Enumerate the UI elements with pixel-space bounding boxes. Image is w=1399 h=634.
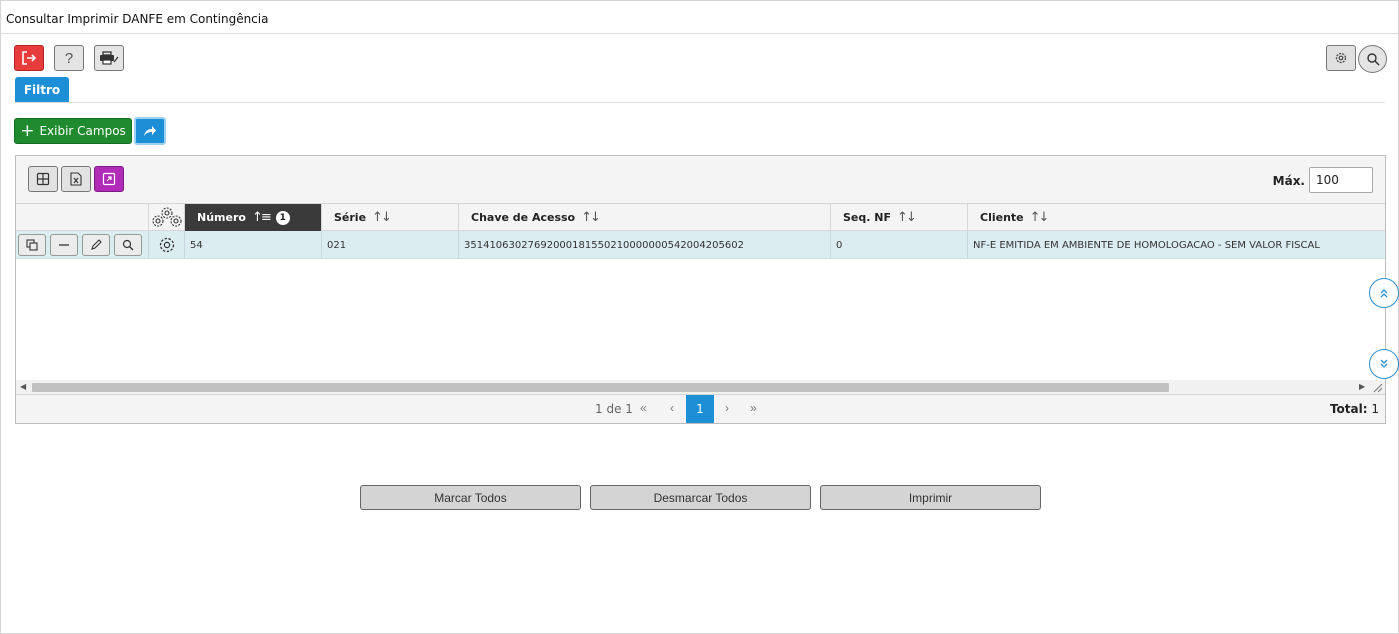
view-button[interactable] (114, 234, 142, 256)
search-icon (1366, 53, 1380, 66)
copy-icon (26, 239, 38, 251)
copy-button[interactable] (18, 234, 46, 256)
exit-icon (22, 51, 37, 65)
column-header-chave[interactable]: Chave de Acesso ↑↓ (459, 204, 831, 231)
double-chevron-up-icon (1380, 289, 1388, 298)
actions-header (16, 204, 149, 231)
tab-filtro[interactable]: Filtro (15, 77, 69, 102)
sort-icon: ↑↓ (897, 210, 917, 225)
grid-icon (36, 172, 50, 186)
column-header-serie[interactable]: Série ↑↓ (322, 204, 459, 231)
settings-button[interactable] (1326, 45, 1356, 71)
exibir-campos-label: Exibir Campos (39, 124, 126, 138)
excel-icon (70, 172, 82, 186)
sort-icon: ↑↓ (372, 210, 392, 225)
marcar-todos-button[interactable]: Marcar Todos (360, 485, 581, 510)
scroll-right-icon[interactable]: ▶ (1359, 380, 1365, 394)
exibir-campos-button[interactable]: + Exibir Campos (14, 118, 132, 144)
cell-seq: 0 (831, 231, 968, 259)
column-label-seq: Seq. NF (843, 211, 891, 224)
row-settings-header[interactable] (149, 204, 185, 231)
horizontal-scrollbar[interactable]: ◀ ▶ (16, 380, 1385, 394)
total-count: Total: 1 (1330, 395, 1379, 423)
share-button[interactable] (134, 117, 166, 145)
scroll-top-button[interactable] (1369, 278, 1399, 308)
row-actions (16, 231, 149, 259)
plus-icon: + (20, 121, 35, 141)
total-label: Total: (1329, 402, 1368, 416)
columns-button[interactable] (28, 166, 58, 192)
scroll-bottom-button[interactable] (1369, 349, 1399, 379)
scrollbar-thumb[interactable] (32, 383, 1169, 392)
cell-cliente: NF-E EMITIDA EM AMBIENTE DE HOMOLOGACAO … (973, 239, 1320, 251)
remove-button[interactable] (50, 234, 78, 256)
pencil-icon (91, 239, 102, 250)
column-header-cliente[interactable]: Cliente ↑↓ (968, 204, 1385, 231)
sort-icon: ↑↓ (581, 210, 601, 225)
sort-ascending-icon: ↑≡ (251, 210, 272, 225)
sort-icon: ↑↓ (1029, 210, 1050, 225)
help-button[interactable]: ? (54, 45, 84, 71)
minus-icon (59, 244, 69, 246)
print-button[interactable] (94, 45, 124, 71)
gears-icon (152, 206, 182, 227)
exit-button[interactable] (14, 45, 44, 71)
search-button[interactable] (1358, 45, 1387, 73)
prev-page-icon[interactable]: ‹ (670, 395, 674, 422)
sort-order-badge: 1 (275, 210, 290, 225)
resize-handle-icon[interactable] (1372, 382, 1383, 393)
row-settings-cell[interactable] (149, 231, 185, 259)
desmarcar-todos-button[interactable]: Desmarcar Todos (590, 485, 811, 510)
grid-toolbar: Máx. (16, 156, 1385, 204)
gear-icon (159, 237, 175, 253)
cell-numero: 54 (185, 231, 322, 259)
grid-panel: Máx. Número ↑≡ 1 Série ↑↓ Chave de Acess… (15, 155, 1386, 424)
printer-icon (100, 51, 119, 65)
column-header-seq[interactable]: Seq. NF ↑↓ (831, 204, 968, 231)
imprimir-button[interactable]: Imprimir (820, 485, 1041, 510)
column-label-serie: Série (334, 211, 367, 224)
column-label-cliente: Cliente (980, 211, 1024, 224)
page-title: Consultar Imprimir DANFE em Contingência (6, 12, 269, 26)
title-bar: Consultar Imprimir DANFE em Contingência (1, 1, 1398, 34)
page-info: 1 de 1 (595, 402, 633, 416)
gear-icon (1335, 52, 1347, 64)
expand-icon (102, 172, 116, 186)
last-page-icon[interactable]: » (750, 395, 757, 422)
help-icon: ? (64, 49, 74, 67)
filter-divider (15, 102, 1385, 103)
pagination: 1 de 1 « ‹ 1 › » Total: 1 (16, 394, 1385, 423)
table-row[interactable]: 54 021 351410630276920001815502100000005… (16, 231, 1385, 259)
total-value: 1 (1371, 402, 1379, 416)
first-page-icon[interactable]: « (640, 395, 647, 422)
edit-button[interactable] (82, 234, 110, 256)
column-label-chave: Chave de Acesso (471, 211, 576, 224)
expand-button[interactable] (94, 166, 124, 192)
cell-serie: 021 (322, 231, 459, 259)
column-header-numero[interactable]: Número ↑≡ 1 (185, 204, 322, 231)
page-button-current[interactable]: 1 (686, 395, 714, 423)
max-label: Máx. (1272, 174, 1305, 188)
search-icon (122, 239, 134, 251)
cell-chave: 3514106302769200018155021000000054200420… (459, 231, 831, 259)
double-chevron-down-icon (1380, 359, 1388, 368)
column-label-numero: Número (197, 211, 246, 224)
table-header: Número ↑≡ 1 Série ↑↓ Chave de Acesso ↑↓ … (16, 204, 1385, 231)
max-input[interactable] (1309, 167, 1373, 193)
next-page-icon[interactable]: › (725, 395, 729, 422)
export-excel-button[interactable] (61, 166, 91, 192)
scroll-left-icon[interactable]: ◀ (20, 380, 26, 394)
share-icon (144, 126, 156, 136)
